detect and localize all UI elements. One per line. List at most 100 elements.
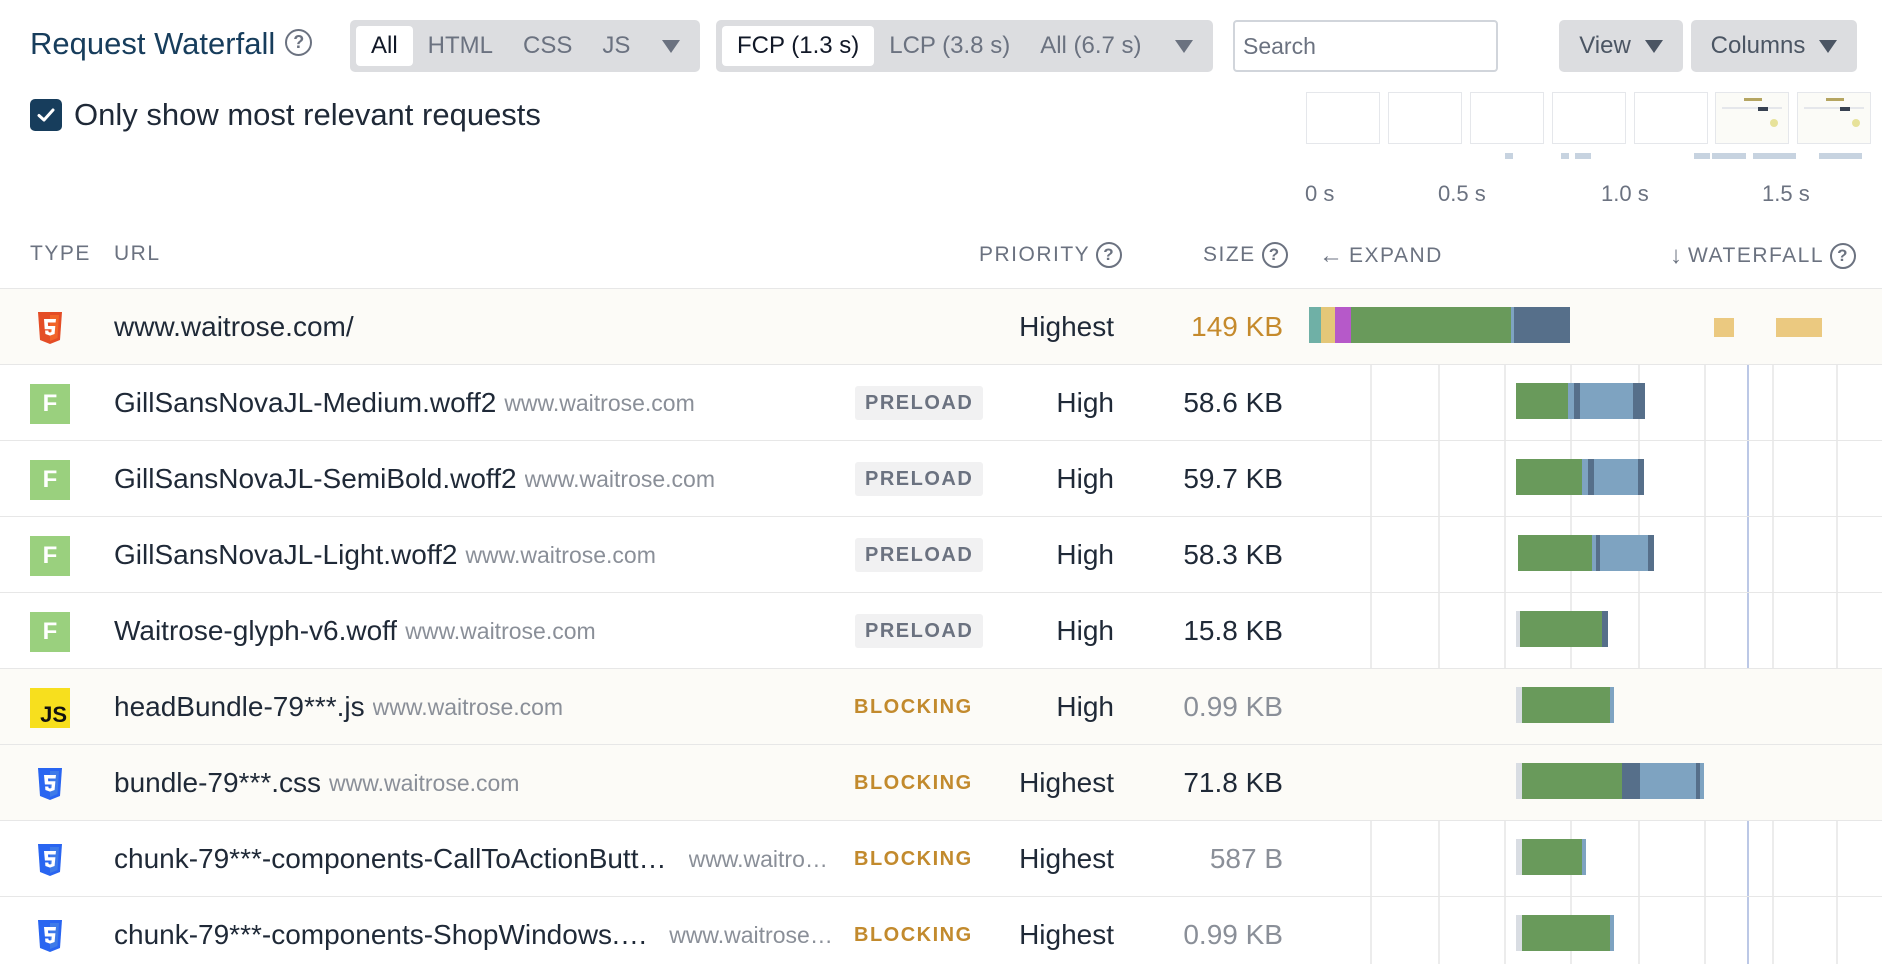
waterfall-bar[interactable] <box>1516 763 1704 799</box>
request-host: www.waitrose.com <box>372 693 564 720</box>
col-priority[interactable]: PRIORITY? <box>979 242 1123 268</box>
timeline-tick-label: 1.5 s <box>1762 181 1810 206</box>
request-badge: PRELOAD <box>855 462 984 496</box>
css3-icon <box>30 764 70 804</box>
metric_filter-option[interactable]: LCP (3.8 s) <box>874 26 1025 66</box>
request-priority: Highest <box>1019 311 1114 342</box>
request-url[interactable]: www.waitrose.com/ <box>114 289 974 365</box>
html5-icon <box>30 308 70 348</box>
request-size: 587 B <box>1209 843 1283 874</box>
filmstrip-frame[interactable] <box>1388 92 1462 144</box>
metric-filter-group: FCP (1.3 s) LCP (3.8 s) All (6.7 s) <box>716 20 1213 72</box>
col-url[interactable]: URL <box>114 242 161 266</box>
col-size[interactable]: SIZE? <box>1203 242 1288 268</box>
filmstrip-frame[interactable] <box>1552 92 1626 144</box>
request-table: www.waitrose.com/Highest 149 KB F GillSansN… <box>0 288 1882 972</box>
table-row[interactable]: chunk-79***-components-ShopWindows.css ww… <box>0 896 1882 972</box>
timeline-tick-label: 0.5 s <box>1438 181 1486 206</box>
request-url[interactable]: chunk-79***-components-ShopWindows.css ww… <box>114 897 839 973</box>
waterfall-segment <box>1640 763 1696 799</box>
waterfall-bar[interactable] <box>1309 307 1570 343</box>
request-size: 58.3 KB <box>1183 539 1283 570</box>
waterfall-bar[interactable] <box>1516 915 1614 951</box>
table-row[interactable]: F GillSansNovaJL-Light.woff2 www.waitrose.… <box>0 516 1882 592</box>
arrow-down-icon: ↓ <box>1670 242 1682 269</box>
request-url[interactable]: GillSansNovaJL-Medium.woff2 www.waitrose.… <box>114 365 839 441</box>
filmstrip-frame[interactable] <box>1306 92 1380 144</box>
waterfall-segment <box>1610 915 1614 951</box>
help-icon[interactable]: ? <box>1096 242 1123 268</box>
metric_filter-option[interactable]: FCP (1.3 s) <box>722 26 875 66</box>
visual-progress-mark <box>1575 153 1591 159</box>
filmstrip-frame[interactable] <box>1715 92 1789 144</box>
help-icon[interactable]: ? <box>285 29 313 57</box>
font-icon: F <box>30 384 70 424</box>
waterfall-segment <box>1335 307 1351 343</box>
help-icon[interactable]: ? <box>1261 242 1288 268</box>
waterfall-bar[interactable] <box>1518 535 1654 571</box>
table-row[interactable]: F Waitrose-glyph-v6.woff www.waitrose.com P… <box>0 592 1882 668</box>
request-url[interactable]: Waitrose-glyph-v6.woff www.waitrose.com <box>114 593 839 669</box>
request-host: www.waitrose.com <box>504 389 695 416</box>
type_filter-option[interactable]: HTML <box>413 26 508 66</box>
frame-thumbnail-detail <box>1770 119 1778 127</box>
waterfall-segment <box>1700 763 1704 799</box>
search-input[interactable] <box>1233 20 1498 72</box>
request-priority: Highest <box>1019 843 1114 874</box>
table-row[interactable]: bundle-79***.css www.waitrose.com BLOCKING… <box>0 744 1882 820</box>
relevant-requests-checkbox[interactable]: Only show most relevant requests <box>30 97 541 133</box>
request-size: 59.7 KB <box>1183 463 1283 494</box>
request-url[interactable]: bundle-79***.css www.waitrose.com <box>114 745 839 821</box>
request-url[interactable]: GillSansNovaJL-SemiBold.woff2 www.waitros… <box>114 441 839 517</box>
waterfall-bar[interactable] <box>1516 383 1645 419</box>
waterfall-bar[interactable] <box>1714 318 1734 337</box>
request-url[interactable]: GillSansNovaJL-Light.woff2 www.waitrose.c… <box>114 517 839 593</box>
request-priority: High <box>1056 539 1114 570</box>
waterfall-bar[interactable] <box>1516 459 1644 495</box>
metric_filter-option[interactable]: All (6.7 s) <box>1025 26 1156 66</box>
type_filter-option[interactable]: JS <box>587 26 645 66</box>
filmstrip-frame[interactable] <box>1634 92 1708 144</box>
checkbox-checked-icon[interactable] <box>30 99 62 131</box>
table-row[interactable]: F GillSansNovaJL-Medium.woff2 www.waitrose… <box>0 364 1882 440</box>
chevron-down-icon[interactable] <box>1175 39 1193 53</box>
request-filename: www.waitrose.com/ <box>114 311 354 342</box>
request-host: www.waitrose.… <box>669 921 839 948</box>
waterfall-segment <box>1594 459 1638 495</box>
waterfall-segment <box>1522 839 1582 875</box>
expand-button[interactable]: ← EXPAND <box>1319 242 1443 270</box>
help-icon[interactable]: ? <box>1830 243 1857 269</box>
table-row[interactable]: www.waitrose.com/Highest 149 KB <box>0 288 1882 364</box>
type_filter-option[interactable]: All <box>356 26 413 66</box>
type_filter-option[interactable]: CSS <box>508 26 587 66</box>
request-filename: Waitrose-glyph-v6.woff <box>114 615 398 646</box>
waterfall-segment <box>1351 307 1511 343</box>
table-row[interactable]: F GillSansNovaJL-SemiBold.woff2 www.waitro… <box>0 440 1882 516</box>
table-row[interactable]: chunk-79***-components-CallToActionButto… <box>0 820 1882 896</box>
frame-thumbnail-detail <box>1852 119 1860 127</box>
columns-button[interactable]: Columns <box>1691 20 1857 72</box>
request-url[interactable]: headBundle-79***.js www.waitrose.com <box>114 669 839 745</box>
request-badge: BLOCKING <box>854 772 973 794</box>
request-host: www.waitrose.com <box>465 541 656 568</box>
waterfall-bar[interactable] <box>1516 839 1586 875</box>
request-url[interactable]: chunk-79***-components-CallToActionButto… <box>114 821 839 897</box>
waterfall-segment <box>1516 459 1582 495</box>
waterfall-bar[interactable] <box>1516 687 1614 723</box>
request-badge: PRELOAD <box>855 386 984 420</box>
waterfall-bar[interactable] <box>1516 611 1608 647</box>
frame-thumbnail-detail <box>1744 98 1762 101</box>
request-filename: chunk-79***-components-ShopWindows.css <box>114 919 662 950</box>
chevron-down-icon[interactable] <box>662 39 680 53</box>
waterfall-segment <box>1522 687 1610 723</box>
filmstrip-frame[interactable] <box>1797 92 1871 144</box>
col-type[interactable]: TYPE <box>30 242 91 266</box>
filmstrip-frame[interactable] <box>1470 92 1544 144</box>
visual-progress-mark <box>1712 153 1746 159</box>
col-waterfall[interactable]: ↓ WATERFALL? <box>1670 242 1857 270</box>
table-row[interactable]: JS headBundle-79***.js www.waitrose.com BLO… <box>0 668 1882 744</box>
request-filename: GillSansNovaJL-SemiBold.woff2 <box>114 463 517 494</box>
font-icon: F <box>30 612 70 652</box>
waterfall-bar[interactable] <box>1776 318 1822 337</box>
view-button[interactable]: View <box>1559 20 1683 72</box>
